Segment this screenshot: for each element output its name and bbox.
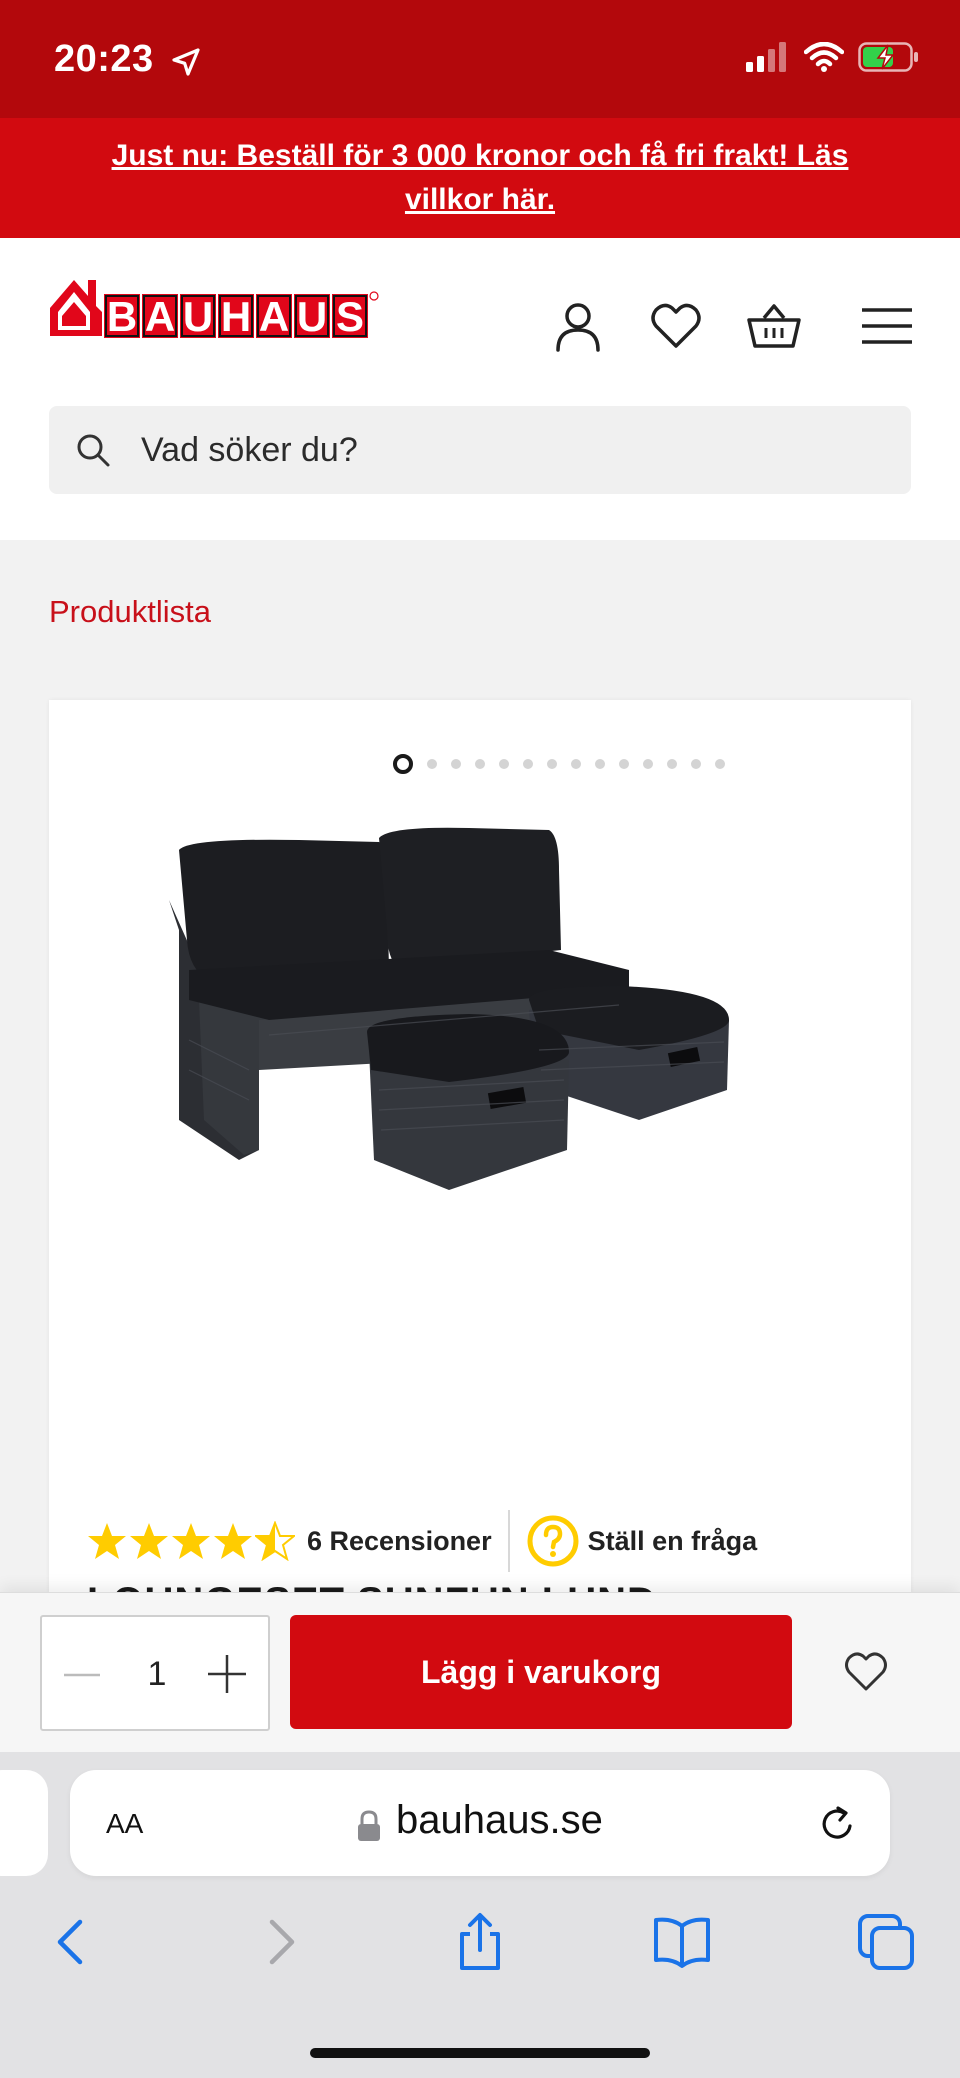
carousel-dot[interactable] — [691, 759, 701, 769]
carousel-dot[interactable] — [667, 759, 677, 769]
carousel-dot[interactable] — [595, 759, 605, 769]
signal-icon — [746, 42, 786, 72]
search-placeholder: Vad söker du? — [141, 430, 358, 469]
status-time: 20:23 — [54, 38, 154, 80]
svg-text:B: B — [107, 293, 137, 340]
carousel-dot[interactable] — [427, 759, 437, 769]
status-bar: 20:23 — [0, 0, 960, 118]
search-input[interactable]: Vad söker du? — [49, 406, 911, 494]
add-to-cart-bar: 1 Lägg i varukorg — [0, 1592, 960, 1752]
lock-icon — [358, 1810, 380, 1841]
star-icon — [172, 1523, 210, 1559]
promo-banner[interactable]: Just nu: Beställ för 3 000 kronor och få… — [0, 118, 960, 238]
location-arrow-icon — [172, 48, 200, 76]
reviews-link[interactable]: 6 Recensioner — [307, 1526, 492, 1557]
user-icon[interactable] — [550, 298, 606, 354]
carousel-dot[interactable] — [547, 759, 557, 769]
tabs-icon[interactable] — [856, 1912, 916, 1972]
add-to-cart-button[interactable]: Lägg i varukorg — [290, 1615, 792, 1729]
star-icon — [88, 1523, 126, 1559]
favorite-heart-icon[interactable] — [842, 1647, 890, 1695]
bauhaus-logo[interactable]: BAU HAUS — [48, 272, 448, 344]
product-card: 6 Recensioner Ställ en fråga LOUNGESET S… — [49, 700, 911, 1624]
svg-text:U: U — [297, 293, 327, 340]
search-icon — [77, 434, 110, 467]
svg-text:U: U — [183, 293, 213, 340]
basket-icon[interactable] — [746, 298, 802, 354]
carousel-dot[interactable] — [523, 759, 533, 769]
home-indicator — [310, 2048, 650, 2058]
svg-text:A: A — [145, 293, 175, 340]
text-size-button[interactable]: AA — [106, 1800, 143, 1843]
carousel-dot[interactable] — [393, 754, 413, 774]
address-bar[interactable]: AA bauhaus.se — [70, 1770, 890, 1876]
star-icon — [130, 1523, 168, 1559]
aa-label: AA — [106, 1808, 144, 1839]
reload-icon[interactable] — [818, 1804, 858, 1844]
menu-icon[interactable] — [858, 298, 914, 354]
battery-icon — [858, 42, 918, 72]
divider — [507, 1510, 510, 1572]
site-header: BAU HAUS Vad söker du? — [0, 238, 960, 540]
question-icon[interactable] — [526, 1514, 580, 1568]
plus-icon[interactable] — [206, 1653, 248, 1695]
back-icon[interactable] — [42, 1912, 102, 1972]
url-text[interactable]: bauhaus.se — [396, 1798, 603, 1843]
carousel-dot[interactable] — [499, 759, 509, 769]
status-indicators — [746, 42, 920, 72]
share-icon[interactable] — [450, 1912, 510, 1972]
half-star-icon — [255, 1521, 295, 1561]
browser-nav-row — [0, 1912, 960, 1982]
browser-toolbar: AA bauhaus.se — [0, 1752, 960, 2078]
previous-tab-peek[interactable] — [0, 1770, 48, 1876]
quantity-stepper[interactable]: 1 — [40, 1615, 270, 1731]
star-icon — [214, 1523, 252, 1559]
carousel-dot[interactable] — [643, 759, 653, 769]
carousel-dot[interactable] — [619, 759, 629, 769]
svg-text:A: A — [259, 293, 289, 340]
breadcrumb-link[interactable]: Produktlista — [49, 594, 211, 630]
carousel-dot[interactable] — [715, 759, 725, 769]
carousel-dot[interactable] — [571, 759, 581, 769]
bookmarks-icon[interactable] — [652, 1912, 712, 1972]
image-carousel-dots[interactable] — [393, 754, 725, 774]
carousel-dot[interactable] — [475, 759, 485, 769]
svg-text:H: H — [221, 293, 251, 340]
rating-stars[interactable] — [87, 1521, 295, 1561]
rating-row: 6 Recensioner Ställ en fråga — [87, 1510, 757, 1572]
forward-icon[interactable] — [250, 1912, 310, 1972]
svg-text:S: S — [336, 293, 364, 340]
product-image[interactable] — [149, 820, 809, 1340]
heart-icon[interactable] — [648, 298, 704, 354]
promo-link[interactable]: Just nu: Beställ för 3 000 kronor och få… — [80, 134, 880, 222]
wifi-icon — [804, 42, 844, 72]
carousel-dot[interactable] — [451, 759, 461, 769]
ask-question-link[interactable]: Ställ en fråga — [588, 1526, 758, 1557]
